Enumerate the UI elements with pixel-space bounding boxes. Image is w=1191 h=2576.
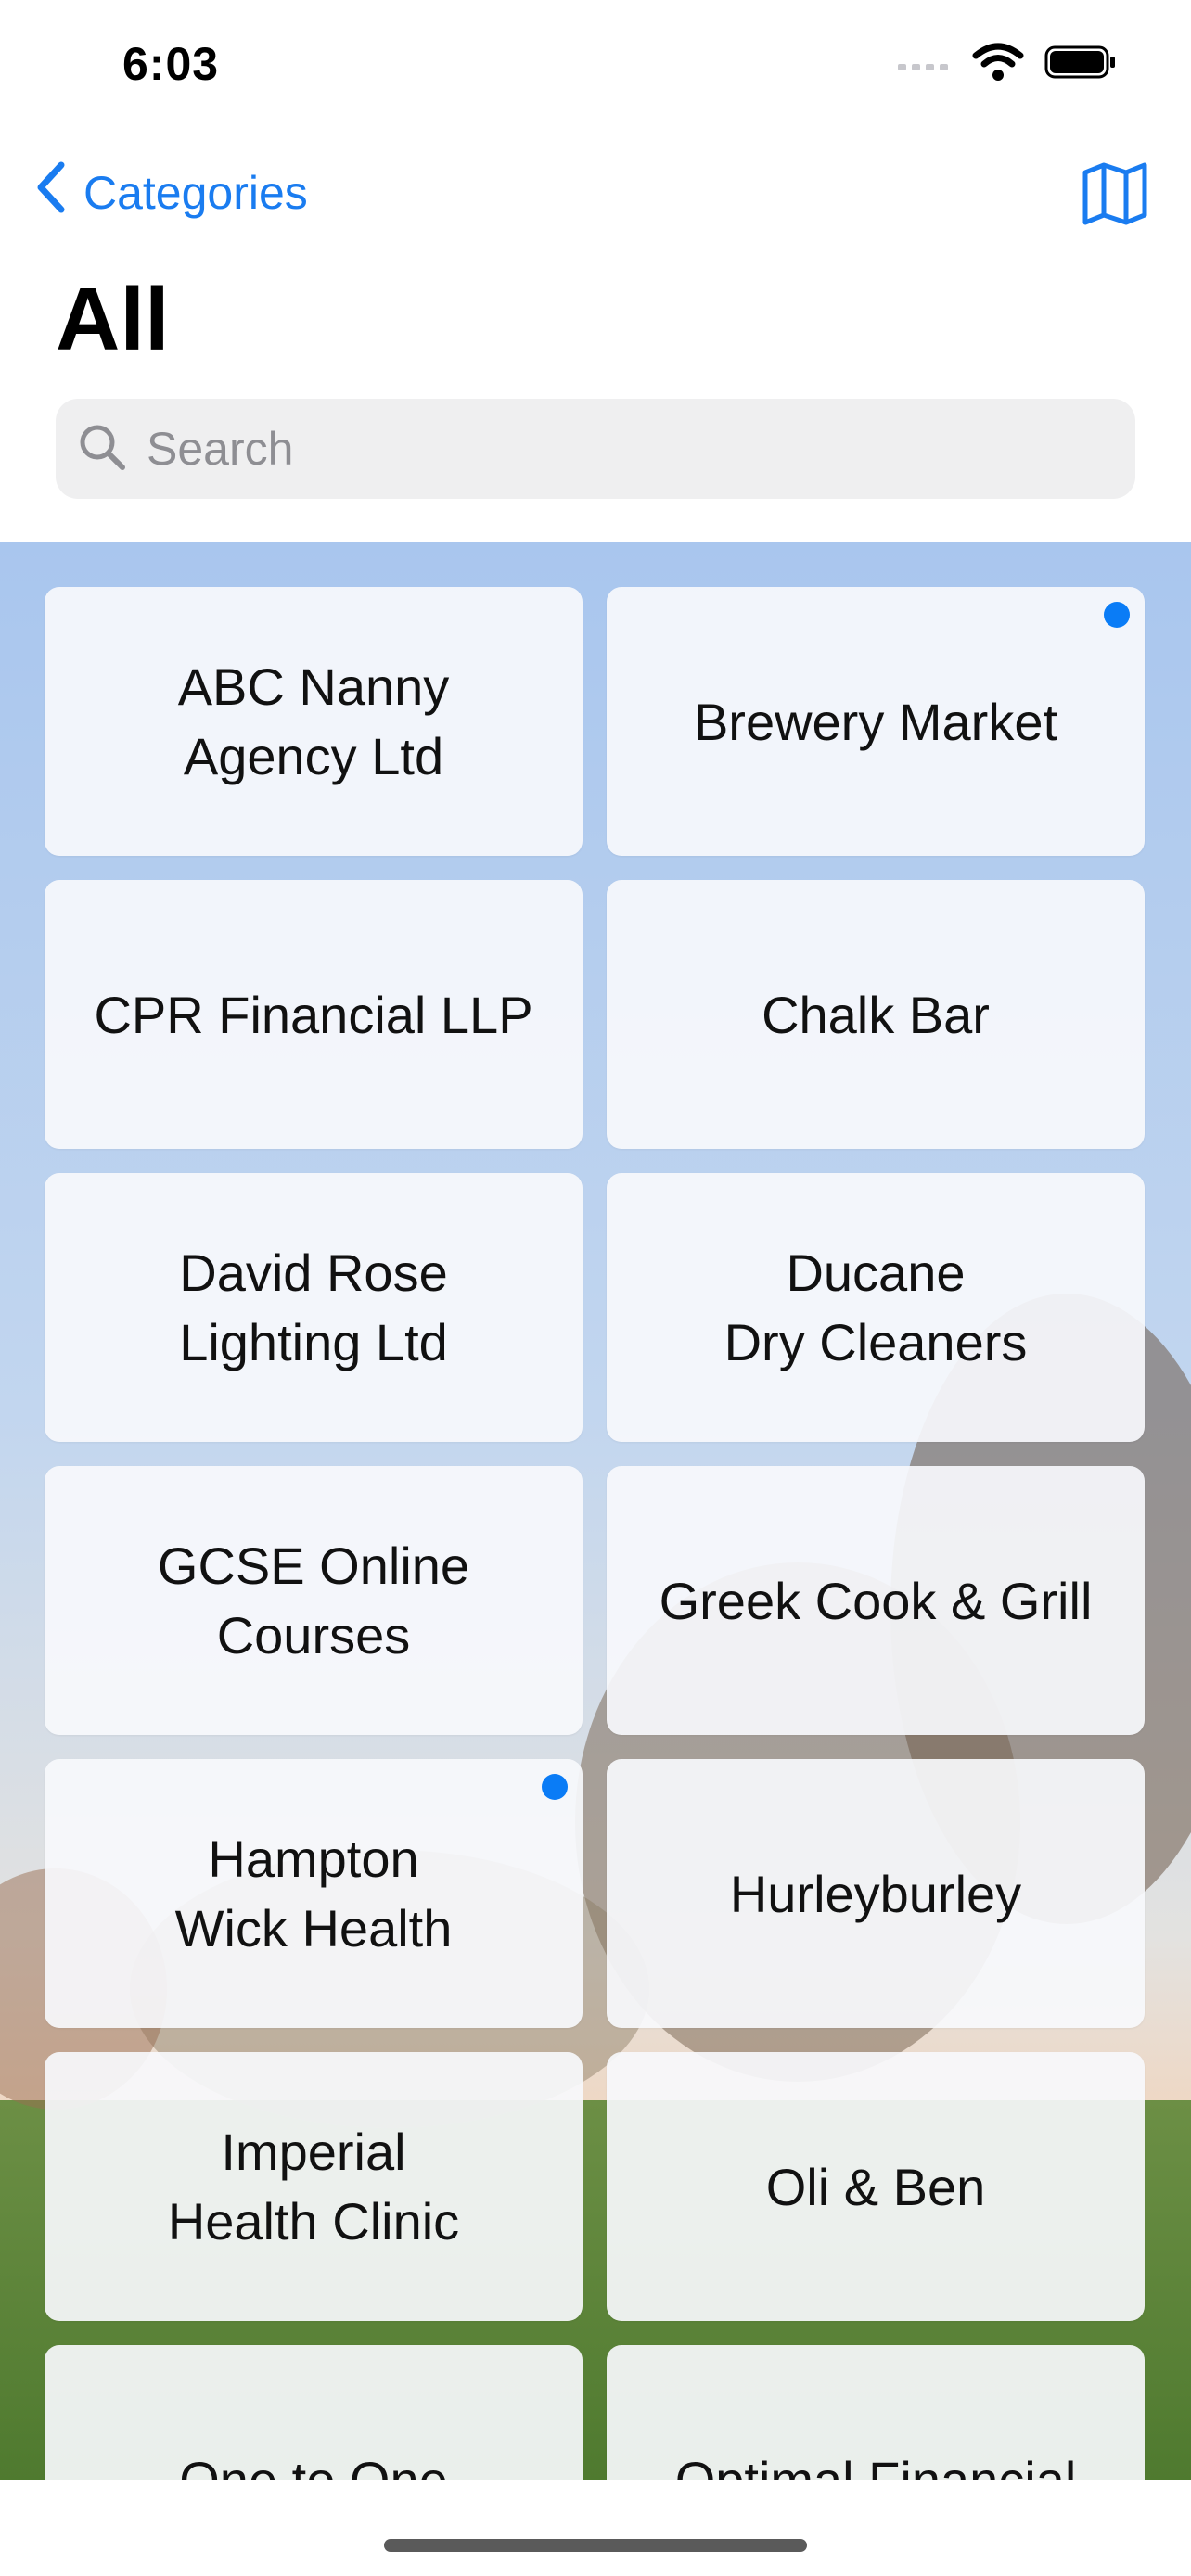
business-name: Greek Cook & Grill <box>659 1571 1093 1630</box>
map-button[interactable] <box>1080 158 1154 232</box>
businesses-grid: ABC Nanny Agency Ltd Brewery Market CPR Fi… <box>45 587 1146 2480</box>
business-card[interactable]: CPR Financial LLP <box>45 880 583 1149</box>
business-card[interactable]: Hampton Wick Health <box>45 1759 583 2028</box>
business-name: David Rose Lighting Ltd <box>179 1243 448 1371</box>
home-indicator[interactable] <box>384 2539 807 2552</box>
unread-dot <box>542 1774 568 1800</box>
business-card[interactable]: GCSE Online Courses <box>45 1466 583 1735</box>
battery-icon <box>1044 44 1117 85</box>
business-name: Optimal Financial <box>674 2450 1077 2481</box>
cellular-signal-icon <box>896 53 952 76</box>
business-name: Chalk Bar <box>762 985 990 1044</box>
unread-dot <box>1104 602 1130 628</box>
business-name: Hampton Wick Health <box>174 1830 453 1958</box>
business-name: Brewery Market <box>693 692 1058 751</box>
business-card[interactable]: Hurleyburley <box>607 1759 1145 2028</box>
chevron-left-icon <box>33 159 67 226</box>
search-bar[interactable] <box>56 399 1135 499</box>
business-name: ABC Nanny Agency Ltd <box>177 657 450 785</box>
home-indicator-area <box>0 2480 1191 2576</box>
business-name: CPR Financial LLP <box>94 985 533 1044</box>
search-icon <box>56 421 128 478</box>
business-name: Hurleyburley <box>729 1864 1022 1923</box>
businesses-grid-area[interactable]: ABC Nanny Agency Ltd Brewery Market CPR Fi… <box>0 542 1191 2480</box>
business-card[interactable]: Chalk Bar <box>607 880 1145 1149</box>
business-name: Ducane Dry Cleaners <box>724 1243 1028 1371</box>
back-button[interactable]: Categories <box>33 159 308 226</box>
map-icon <box>1080 162 1150 232</box>
business-name: One to One <box>179 2450 448 2481</box>
business-card[interactable]: Oli & Ben <box>607 2052 1145 2321</box>
business-name: GCSE Online Courses <box>157 1537 470 1664</box>
wifi-icon <box>972 43 1024 86</box>
business-card[interactable]: ABC Nanny Agency Ltd <box>45 587 583 856</box>
business-card[interactable]: Optimal Financial <box>607 2345 1145 2480</box>
business-card[interactable]: David Rose Lighting Ltd <box>45 1173 583 1442</box>
page-title: All <box>56 270 170 369</box>
business-name: Imperial Health Clinic <box>167 2123 460 2251</box>
navigation-bar: Categories <box>0 148 1191 241</box>
back-button-label: Categories <box>83 167 308 219</box>
business-name: Oli & Ben <box>765 2157 986 2216</box>
business-card[interactable]: Brewery Market <box>607 587 1145 856</box>
status-icons <box>896 43 1117 86</box>
business-card[interactable]: One to One <box>45 2345 583 2480</box>
status-time: 6:03 <box>122 38 220 90</box>
search-input[interactable] <box>145 421 1076 477</box>
business-card[interactable]: Imperial Health Clinic <box>45 2052 583 2321</box>
status-bar: 6:03 <box>0 0 1191 139</box>
business-card[interactable]: Ducane Dry Cleaners <box>607 1173 1145 1442</box>
business-card[interactable]: Greek Cook & Grill <box>607 1466 1145 1735</box>
